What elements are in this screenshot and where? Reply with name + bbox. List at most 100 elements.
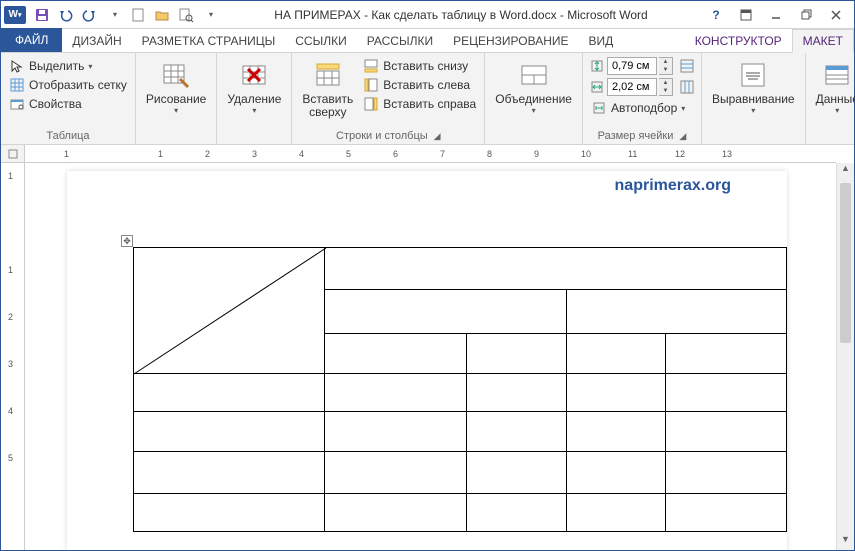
group-alignment: Выравнивание [702,53,806,144]
table-cell[interactable] [134,452,325,494]
redo-icon[interactable] [80,5,100,25]
open-icon[interactable] [152,5,172,25]
table-cell[interactable] [324,494,467,532]
tab-design[interactable]: ДИЗАЙН [62,30,131,52]
merged-cell-diagonal[interactable] [134,248,325,374]
insert-right-icon [363,96,379,112]
insert-above-icon [312,59,344,91]
table-cell[interactable] [467,412,566,452]
properties-icon [9,96,25,112]
print-preview-icon[interactable] [176,5,196,25]
delete-button[interactable]: Удаление [223,57,285,117]
table-cell[interactable] [566,374,665,412]
insert-below-icon [363,58,379,74]
dialog-launcher-icon[interactable]: ◢ [679,131,686,141]
restore-icon[interactable] [792,5,820,25]
titlebar: W▾ НА ПРИМЕРАХ - Как сделать таблицу в W… [1,1,854,29]
tab-view[interactable]: ВИД [579,30,624,52]
table-cell[interactable] [566,412,665,452]
insert-right-button[interactable]: Вставить справа [361,95,478,113]
select-button[interactable]: Выделить [7,57,129,75]
insert-below-button[interactable]: Вставить снизу [361,57,478,75]
word-table[interactable] [133,247,787,532]
table-cell[interactable] [665,452,786,494]
group-merge: Объединение [485,53,583,144]
table-cell[interactable] [324,290,566,334]
tab-review[interactable]: РЕЦЕНЗИРОВАНИЕ [443,30,578,52]
scroll-thumb[interactable] [840,183,851,343]
ruler-horizontal[interactable]: 112345678910111213 [25,145,836,163]
row-height-spinner[interactable]: ▲▼ [659,57,673,75]
col-width-spinner[interactable]: ▲▼ [659,78,673,96]
table-cell[interactable] [324,412,467,452]
table-cell[interactable] [665,412,786,452]
new-doc-icon[interactable] [128,5,148,25]
table-cell[interactable] [467,374,566,412]
ribbon-display-icon[interactable] [732,5,760,25]
insert-left-icon [363,77,379,93]
qat-customize-icon[interactable] [104,5,124,25]
table-cell[interactable] [566,334,665,374]
window-controls: ? [702,5,850,25]
autofit-icon [591,100,607,116]
table-cell[interactable] [467,334,566,374]
table-cell[interactable] [665,374,786,412]
scroll-down-icon[interactable]: ▼ [837,534,854,550]
table-cell[interactable] [665,334,786,374]
insert-above-button[interactable]: Вставить сверху [298,57,357,121]
table-cell[interactable] [566,452,665,494]
group-cell-size: ▲▼ ▲▼ Автоподбор Размер ячейки◢ [583,53,702,144]
app-icon: W▾ [4,6,26,24]
document-area: 112345678910111213 112345 ▲ ▼ naprimerax… [1,145,854,550]
distribute-rows-icon[interactable] [679,58,695,74]
qat-more-icon[interactable] [200,5,220,25]
autofit-button[interactable]: Автоподбор [589,99,695,117]
distribute-cols-icon[interactable] [679,79,695,95]
table-cell[interactable] [324,248,786,290]
merge-button[interactable]: Объединение [491,57,576,117]
close-icon[interactable] [822,5,850,25]
ribbon: Выделить Отобразить сетку Свойства Табли… [1,53,854,145]
data-button[interactable]: Данные [812,57,855,117]
scrollbar-vertical[interactable]: ▲ ▼ [836,163,854,550]
group-rows-columns-label: Строки и столбцы◢ [298,130,478,142]
table-cell[interactable] [324,374,467,412]
dialog-launcher-icon[interactable]: ◢ [434,131,441,141]
height-icon [589,58,605,74]
table-cell[interactable] [566,494,665,532]
table-cell[interactable] [134,494,325,532]
select-icon [9,58,25,74]
gridlines-button[interactable]: Отобразить сетку [7,76,129,94]
table-cell[interactable] [665,494,786,532]
table-cell[interactable] [566,290,786,334]
insert-left-button[interactable]: Вставить слева [361,76,478,94]
save-icon[interactable] [32,5,52,25]
ribbon-tabs: ФАЙЛ ДИЗАЙН РАЗМЕТКА СТРАНИЦЫ ССЫЛКИ РАС… [1,29,854,53]
col-width-input[interactable] [607,78,657,96]
table-cell[interactable] [324,334,467,374]
table-cell[interactable] [467,452,566,494]
properties-button[interactable]: Свойства [7,95,129,113]
width-icon [589,79,605,95]
table-cell[interactable] [324,452,467,494]
undo-icon[interactable] [56,5,76,25]
scroll-up-icon[interactable]: ▲ [837,163,854,179]
tab-file[interactable]: ФАЙЛ [1,28,62,52]
ruler-vertical[interactable]: 112345 [1,163,25,550]
table-cell[interactable] [134,412,325,452]
tab-references[interactable]: ССЫЛКИ [285,30,356,52]
minimize-icon[interactable] [762,5,790,25]
table-cell[interactable] [134,374,325,412]
delete-icon [238,59,270,91]
draw-button[interactable]: Рисование [142,57,210,117]
tab-mailings[interactable]: РАССЫЛКИ [357,30,443,52]
help-icon[interactable]: ? [702,5,730,25]
table-cell[interactable] [467,494,566,532]
ruler-corner[interactable] [1,145,25,163]
table-move-handle[interactable]: ✥ [121,235,133,247]
row-height-input[interactable] [607,57,657,75]
tab-table-layout[interactable]: МАКЕТ [792,29,854,53]
alignment-button[interactable]: Выравнивание [708,57,799,117]
tab-page-layout[interactable]: РАЗМЕТКА СТРАНИЦЫ [132,30,286,52]
tab-table-design[interactable]: КОНСТРУКТОР [685,30,792,52]
